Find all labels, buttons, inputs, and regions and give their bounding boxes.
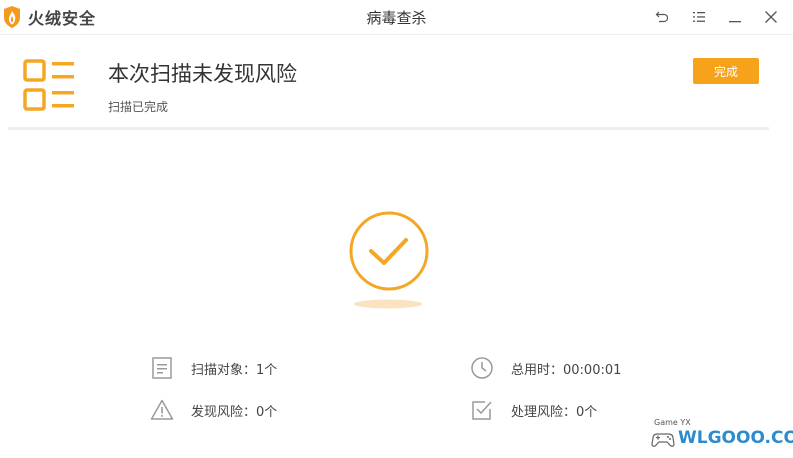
menu-button[interactable]: [688, 6, 710, 28]
page-title: 本次扫描未发现风险: [108, 62, 297, 86]
stat-time-used: 总用时：00:00:01: [470, 356, 621, 380]
header-divider: [8, 127, 769, 130]
title-divider: [0, 34, 793, 35]
gamepad-icon: [651, 433, 675, 447]
watermark: Game YX WLGOOO.COM: [648, 418, 793, 458]
app-logo: 火绒安全: [2, 5, 96, 29]
check-shadow: [354, 299, 422, 309]
clock-icon: [471, 357, 493, 379]
warning-icon: [150, 399, 174, 420]
stat-scanned: 扫描对象：1个: [150, 356, 277, 380]
title-bar: 火绒安全 病毒查杀: [0, 0, 793, 34]
watermark-small-text: Game YX: [654, 418, 691, 427]
scan-list-icon: [23, 59, 74, 111]
stat-handled-label: 处理风险：0个: [511, 404, 598, 420]
watermark-text: WLGOOO.COM: [678, 428, 793, 448]
stat-scanned-label: 扫描对象：1个: [191, 362, 278, 378]
document-icon: [152, 357, 172, 379]
window-title: 病毒查杀: [366, 9, 427, 27]
flame-shield-icon: [4, 6, 20, 28]
page-subtitle: 扫描已完成: [108, 100, 169, 114]
app-name: 火绒安全: [28, 9, 97, 28]
back-icon: [655, 11, 669, 23]
checkbox-icon: [472, 401, 492, 420]
stat-handled: 处理风险：0个: [470, 398, 597, 422]
stat-time-used-label: 总用时：00:00:01: [511, 362, 622, 378]
done-button[interactable]: 完成: [693, 58, 759, 84]
menu-icon: [693, 12, 705, 22]
stat-risks-found-label: 发现风险：0个: [191, 404, 278, 420]
minimize-icon: [729, 21, 741, 23]
minimize-button[interactable]: [724, 6, 746, 28]
close-icon: [765, 11, 777, 23]
close-button[interactable]: [760, 6, 782, 28]
back-button[interactable]: [651, 6, 673, 28]
success-check-icon: [349, 211, 429, 291]
stat-risks-found: 发现风险：0个: [150, 398, 277, 422]
